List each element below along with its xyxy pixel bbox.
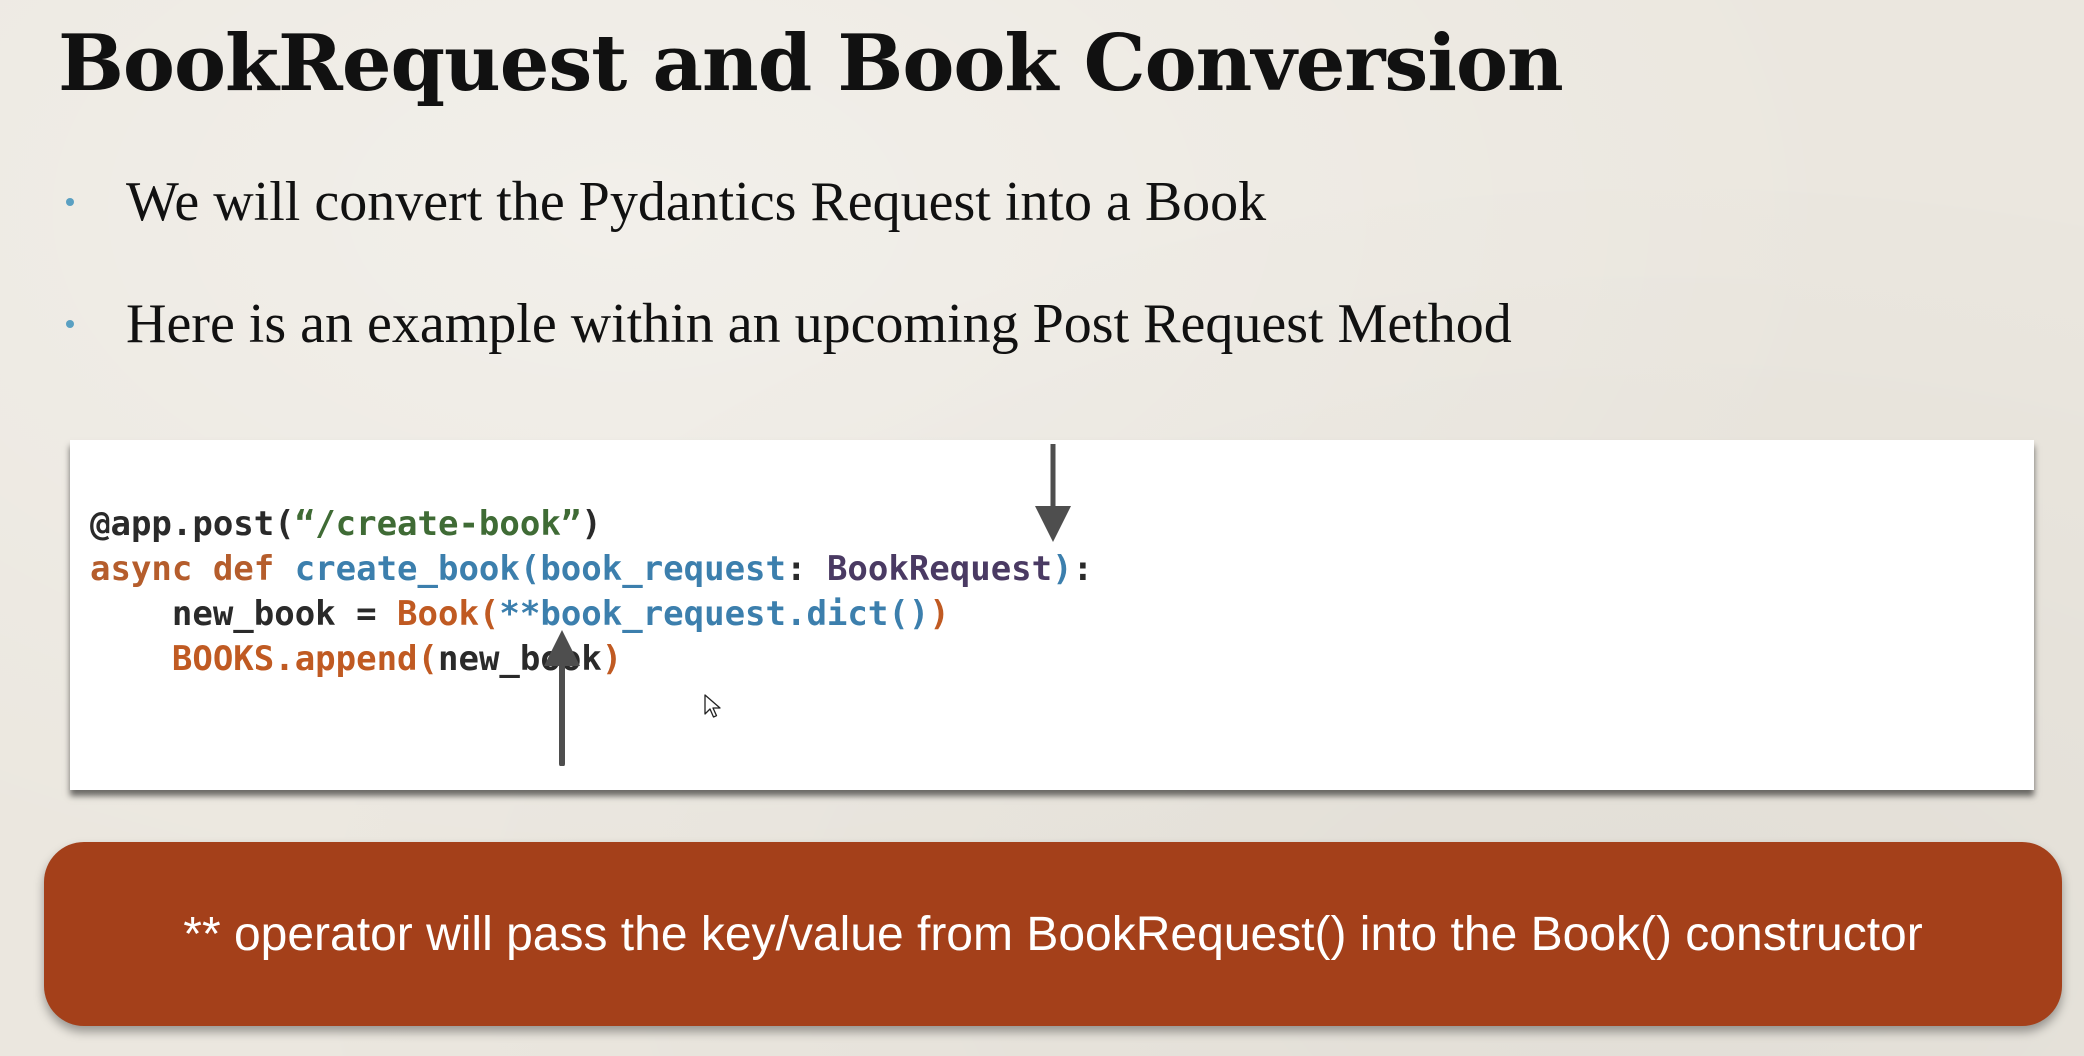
- bullet-item: Here is an example within an upcoming Po…: [66, 292, 1512, 356]
- arrow-down-icon: [1035, 444, 1071, 542]
- callout-banner: ** operator will pass the key/value from…: [44, 842, 2062, 1026]
- code-line-assign: new_book = Book(**book_request.dict()): [90, 592, 1093, 637]
- code-append-call: BOOKS.append(: [171, 639, 438, 679]
- slide-title: BookRequest and Book Conversion: [58, 18, 1564, 109]
- code-function-name: create_book(book_request: [294, 549, 786, 589]
- bullet-dot-icon: [66, 198, 74, 206]
- code-colon: :: [785, 549, 827, 589]
- bullet-item: We will convert the Pydantics Request in…: [66, 170, 1266, 234]
- code-block: @app.post(“/create-book”) async def creat…: [90, 502, 1093, 682]
- code-paren: ): [1052, 549, 1073, 589]
- code-type: BookRequest: [826, 549, 1053, 589]
- code-decorator: @app.post(: [90, 504, 295, 544]
- code-line-def: async def create_book(book_request: Book…: [90, 547, 1093, 592]
- code-paren: ): [929, 594, 950, 634]
- bullet-text: We will convert the Pydantics Request in…: [126, 171, 1267, 233]
- code-keywords: async def: [90, 549, 295, 589]
- bullet-dot-icon: [66, 320, 74, 328]
- code-variable: new_book =: [90, 594, 398, 634]
- code-line-append: BOOKS.append(new_book): [90, 637, 1093, 682]
- callout-text: ** operator will pass the key/value from…: [183, 907, 1923, 961]
- code-line-decorator: @app.post(“/create-book”): [90, 502, 1093, 547]
- code-colon: :: [1072, 549, 1094, 589]
- bullet-text: Here is an example within an upcoming Po…: [126, 293, 1512, 355]
- arrow-up-icon: [544, 630, 580, 766]
- code-route-string: “/create-book”: [294, 504, 582, 544]
- mouse-cursor-icon: [704, 694, 721, 718]
- code-class-call: Book(: [397, 594, 500, 634]
- code-paren: ): [581, 504, 602, 544]
- code-paren: ): [601, 639, 623, 679]
